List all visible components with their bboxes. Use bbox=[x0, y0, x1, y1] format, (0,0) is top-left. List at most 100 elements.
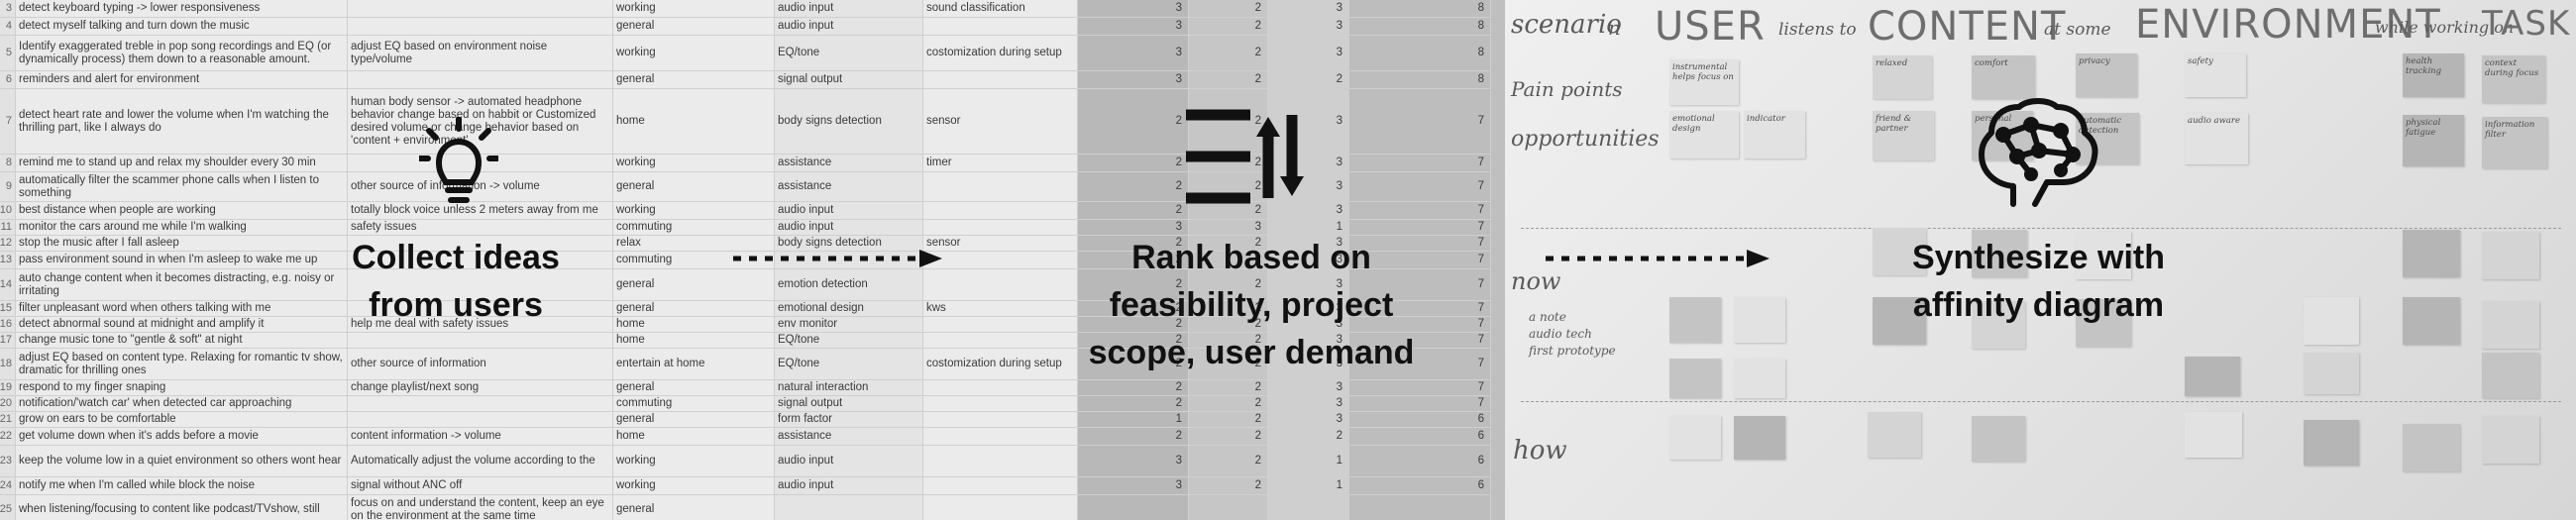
cell-tech: costomization during setup bbox=[923, 349, 1078, 379]
cell-num: 4 bbox=[0, 18, 16, 35]
board-headline-listens: listens to bbox=[1778, 20, 1857, 40]
cell-num: 14 bbox=[0, 269, 16, 300]
cell-num: 25 bbox=[0, 495, 16, 520]
arrow-right-icon bbox=[733, 250, 942, 267]
sticky-note: information filter bbox=[2482, 117, 2547, 168]
cell-num: 9 bbox=[0, 172, 16, 201]
cell-env: working bbox=[613, 477, 775, 494]
cell-text: detect myself talking and turn down the … bbox=[16, 18, 348, 35]
cell-tech bbox=[923, 269, 1078, 300]
cell-env: general bbox=[613, 380, 775, 395]
cell-s4: 7 bbox=[1349, 89, 1491, 154]
cell-info: other source of information bbox=[348, 349, 613, 379]
cell-text: detect heart rate and lower the volume w… bbox=[16, 89, 348, 154]
cell-text: monitor the cars around me while I'm wal… bbox=[16, 220, 348, 235]
cell-cat: assistance bbox=[775, 155, 923, 171]
cell-env: working bbox=[613, 36, 775, 70]
score-cell-1: 2 bbox=[1078, 155, 1189, 171]
cell-s4: 8 bbox=[1349, 18, 1491, 35]
cell-env: general bbox=[613, 495, 775, 520]
table-row: 25 when listening/focusing to content lik… bbox=[0, 495, 1491, 520]
cell-text: reminders and alert for environment bbox=[16, 71, 348, 88]
cell-s3 bbox=[1268, 495, 1349, 520]
cell-s4: 7 bbox=[1349, 155, 1491, 171]
cell-s4: 7 bbox=[1349, 202, 1491, 219]
cell-info: focus on and understand the content, kee… bbox=[348, 495, 613, 520]
cell-tech bbox=[923, 446, 1078, 476]
score-cell-1: 1 bbox=[1078, 412, 1189, 427]
sticky-note: privacy bbox=[2076, 53, 2137, 97]
sticky-note: instrumental helps focus on bbox=[1669, 59, 1739, 105]
cell-num: 13 bbox=[0, 252, 16, 268]
cell-tech: sensor bbox=[923, 236, 1078, 251]
sort-icon bbox=[1186, 109, 1304, 204]
table-row: 19 respond to my finger snaping change pla… bbox=[0, 380, 1491, 396]
cell-tech bbox=[923, 317, 1078, 332]
cell-env: home bbox=[613, 317, 775, 332]
score-cell-1: 3 bbox=[1078, 36, 1189, 70]
cell-tech bbox=[923, 220, 1078, 235]
score-cell-1 bbox=[1078, 495, 1189, 520]
cell-s2: 2 bbox=[1189, 446, 1268, 476]
score-cell-1: 2 bbox=[1078, 396, 1189, 411]
lightbulb-icon bbox=[419, 117, 498, 203]
table-row: 23 keep the volume low in a quiet environ… bbox=[0, 446, 1491, 477]
cell-env: general bbox=[613, 301, 775, 316]
cell-s4: 8 bbox=[1349, 36, 1491, 70]
sticky-note bbox=[2482, 416, 2539, 464]
sticky-note: indicator bbox=[1744, 111, 1805, 158]
cell-env: home bbox=[613, 333, 775, 348]
cell-tech bbox=[923, 380, 1078, 395]
score-cell-1: 3 bbox=[1078, 71, 1189, 88]
score-cell-1: 2 bbox=[1078, 89, 1189, 154]
board-label-pain-points: Pain points bbox=[1511, 77, 1623, 101]
whiteboard-frame bbox=[1491, 0, 1505, 520]
score-cell-1: 3 bbox=[1078, 220, 1189, 235]
cell-tech bbox=[923, 495, 1078, 520]
cell-tech bbox=[923, 428, 1078, 445]
cell-s3: 3 bbox=[1268, 380, 1349, 395]
cell-s4: 7 bbox=[1349, 380, 1491, 395]
sticky-note bbox=[1734, 359, 1785, 398]
score-cell-1: 2 bbox=[1078, 202, 1189, 219]
cell-tech: costomization during setup bbox=[923, 36, 1078, 70]
cell-s4: 7 bbox=[1349, 172, 1491, 201]
board-divider bbox=[1521, 401, 2561, 402]
cell-info bbox=[348, 0, 613, 17]
cell-cat: signal output bbox=[775, 396, 923, 411]
cell-num: 19 bbox=[0, 380, 16, 395]
cell-s3: 2 bbox=[1268, 71, 1349, 88]
sticky-note bbox=[1669, 297, 1721, 343]
cell-text: pass environment sound in when I'm aslee… bbox=[16, 252, 348, 268]
cell-env: general bbox=[613, 172, 775, 201]
cell-s2: 2 bbox=[1189, 428, 1268, 445]
cell-tech bbox=[923, 202, 1078, 219]
score-cell-1: 2 bbox=[1078, 428, 1189, 445]
score-cell-1: 3 bbox=[1078, 477, 1189, 494]
cell-num: 12 bbox=[0, 236, 16, 251]
cell-tech: timer bbox=[923, 155, 1078, 171]
board-note: audio tech bbox=[1529, 327, 1592, 341]
cell-cat: EQ/tone bbox=[775, 349, 923, 379]
cell-s3: 1 bbox=[1268, 446, 1349, 476]
cell-s3: 3 bbox=[1268, 412, 1349, 427]
cell-tech bbox=[923, 477, 1078, 494]
cell-cat: form factor bbox=[775, 412, 923, 427]
cell-env: general bbox=[613, 18, 775, 35]
arrow-right-icon bbox=[1546, 250, 1770, 267]
score-cell-1: 3 bbox=[1078, 18, 1189, 35]
brain-network-icon bbox=[1979, 98, 2098, 207]
board-headline-n: n bbox=[1608, 16, 1621, 40]
table-row: 20 notification/'watch car' when detected… bbox=[0, 396, 1491, 412]
cell-s2: 2 bbox=[1189, 396, 1268, 411]
sticky-note bbox=[2482, 353, 2539, 398]
sticky-note bbox=[2403, 297, 2460, 345]
cell-num: 10 bbox=[0, 202, 16, 219]
board-note: first prototype bbox=[1529, 344, 1616, 358]
sticky-note bbox=[2482, 301, 2539, 349]
cell-info bbox=[348, 71, 613, 88]
cell-text: change music tone to "gentle & soft" at … bbox=[16, 333, 348, 348]
cell-text: keep the volume low in a quiet environme… bbox=[16, 446, 348, 476]
sticky-note bbox=[2304, 420, 2359, 466]
cell-info: Automatically adjust the volume accordin… bbox=[348, 446, 613, 476]
